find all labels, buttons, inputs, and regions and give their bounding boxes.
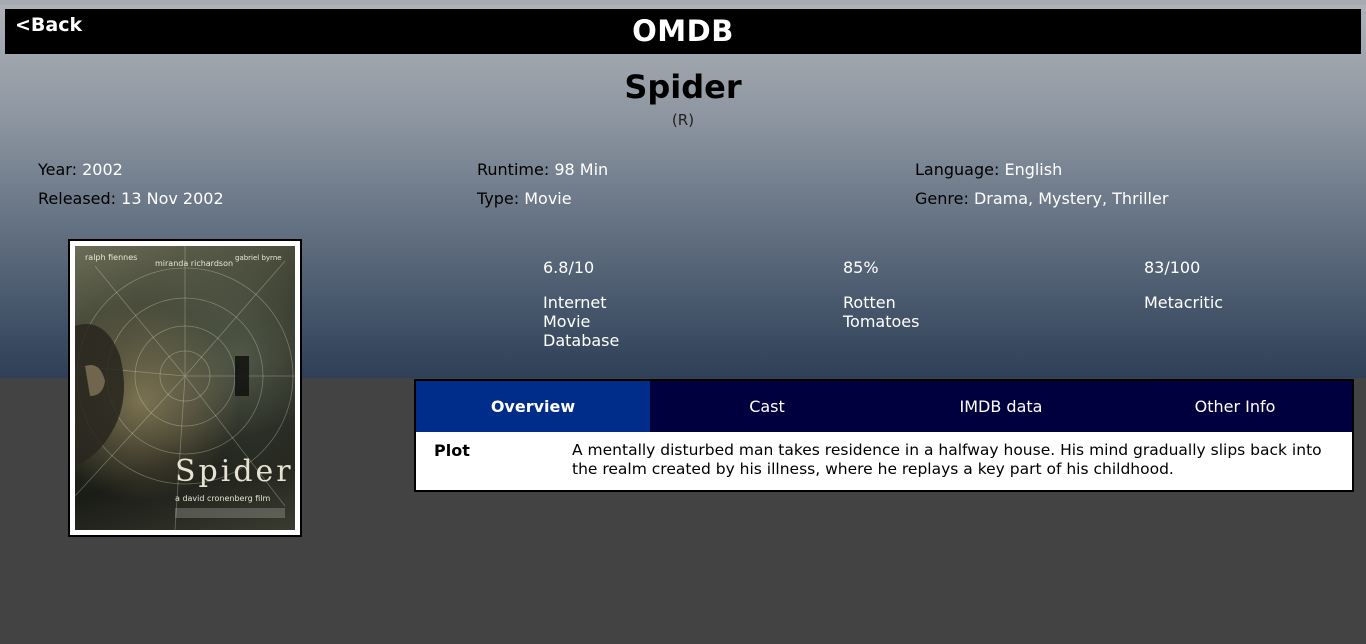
detail-type-value: Movie [524,189,572,208]
poster-cast-2: miranda richardson [155,259,233,268]
navbar: <Back OMDB [5,9,1361,54]
poster-cast-1: ralph fiennes [85,253,137,262]
details-tabs-panel: Overview Cast IMDB data Other Info Plot … [414,379,1354,492]
detail-genre: Genre: Drama, Mystery, Thriller [915,189,1168,208]
detail-released-value: 13 Nov 2002 [121,189,224,208]
poster-image: ralph fiennes miranda richardson gabriel… [75,246,295,530]
detail-language-value: English [1004,160,1063,179]
tab-overview[interactable]: Overview [416,381,650,432]
rating-rt-value: 85% [843,258,879,277]
detail-language: Language: English [915,160,1062,179]
rating-imdb: 6.8/10 Internet Movie Database [543,258,623,350]
tab-other-info[interactable]: Other Info [1118,381,1352,432]
detail-year-label: Year: [38,160,77,179]
tab-cast[interactable]: Cast [650,381,884,432]
detail-genre-value: Drama, Mystery, Thriller [973,189,1169,208]
rating-imdb-value: 6.8/10 [543,258,595,277]
rating-imdb-source: Internet Movie Database [543,293,620,350]
movie-poster: ralph fiennes miranda richardson gabriel… [68,239,302,537]
tab-bar: Overview Cast IMDB data Other Info [416,381,1352,432]
rating-mc-value: 83/100 [1144,258,1201,277]
brand-title: OMDB [632,14,734,48]
detail-genre-label: Genre: [915,189,969,208]
detail-language-label: Language: [915,160,1000,179]
plot-label: Plot [434,441,470,460]
detail-year: Year: 2002 [38,160,123,179]
movie-rated: (R) [671,111,695,129]
plot-text: A mentally disturbed man takes residence… [572,441,1322,478]
rating-rt-source: Rotten Tomatoes [843,293,920,331]
detail-type-label: Type: [477,189,520,208]
poster-title: Spider [175,454,294,489]
poster-art-svg: ralph fiennes miranda richardson gabriel… [75,246,295,530]
rating-mc-source: Metacritic [1144,293,1224,312]
detail-released-label: Released: [38,189,117,208]
movie-title: Spider [624,68,742,106]
detail-type: Type: Movie [477,189,572,208]
rating-metacritic: 83/100 Metacritic [1144,258,1224,312]
plot-row: Plot A mentally disturbed man takes resi… [416,432,1352,490]
detail-runtime: Runtime: 98 Min [477,160,608,179]
detail-year-value: 2002 [82,160,123,179]
poster-director: a david cronenberg film [175,494,271,503]
detail-released: Released: 13 Nov 2002 [38,189,224,208]
detail-runtime-label: Runtime: [477,160,550,179]
detail-runtime-value: 98 Min [554,160,609,179]
poster-cast-3: gabriel byrne [235,254,282,262]
tab-imdb-data[interactable]: IMDB data [884,381,1118,432]
rating-rotten-tomatoes: 85% Rotten Tomatoes [843,258,923,331]
